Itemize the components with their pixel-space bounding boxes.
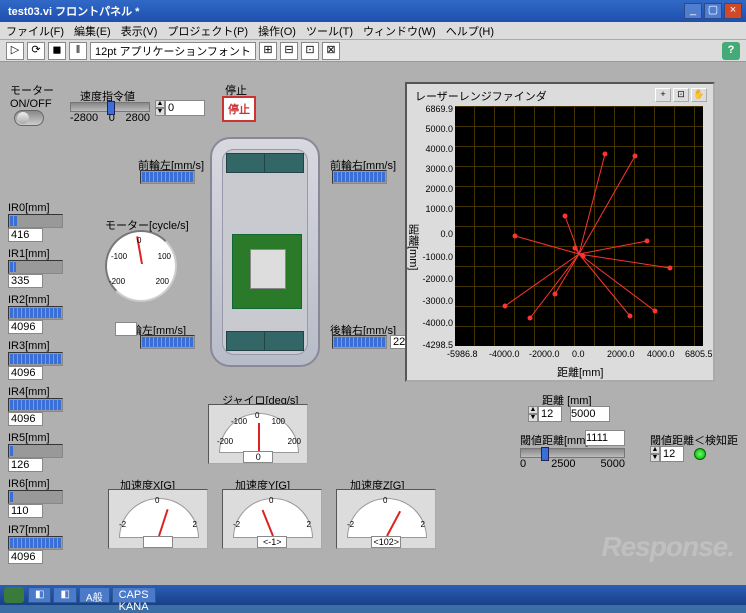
ir-row: IR6[mm]110 xyxy=(8,478,63,518)
front-panel: モーター ON/OFF 速度指令値 -280002800 ▲▼ 停止 停止 IR… xyxy=(0,62,746,585)
taskbar: ◧ ◧ A般 CAPSKANA xyxy=(0,585,746,605)
accely-gauge: <-1> -2 0 2 xyxy=(222,489,322,549)
cond-up[interactable]: ▲ xyxy=(650,446,660,454)
start-button[interactable] xyxy=(4,587,24,603)
ir3-bar xyxy=(8,352,63,366)
thresh-slider[interactable] xyxy=(520,448,625,458)
ir1-bar xyxy=(8,260,63,274)
ir2-value: 4096 xyxy=(8,320,43,334)
robot-diagram xyxy=(210,137,320,367)
speed-slider[interactable] xyxy=(70,102,150,112)
titlebar: test03.vi フロントパネル * _ ▢ × xyxy=(0,0,746,22)
speed-up[interactable]: ▲ xyxy=(155,100,165,108)
ir5-value: 126 xyxy=(8,458,43,472)
window-title: test03.vi フロントパネル * xyxy=(4,3,684,19)
resize-button[interactable]: ⊠ xyxy=(322,42,340,60)
thresh-label: 閾値距離[mm] xyxy=(520,432,588,448)
ir-row: IR3[mm]4096 xyxy=(8,340,63,380)
gyro-gauge: 0 -200 -100 0 100 200 xyxy=(208,404,308,464)
ir-row: IR0[mm]416 xyxy=(8,202,63,242)
graph-xlabel: 距離[mm] xyxy=(557,364,603,380)
ir7-value: 4096 xyxy=(8,550,43,564)
distribute-button[interactable]: ⊟ xyxy=(280,42,298,60)
task-app1[interactable]: ◧ xyxy=(28,587,51,603)
fl-bar xyxy=(140,170,195,184)
maximize-button[interactable]: ▢ xyxy=(704,3,722,19)
rl-bar xyxy=(140,335,195,349)
ir4-bar xyxy=(8,398,63,412)
reorder-button[interactable]: ⊡ xyxy=(301,42,319,60)
ir0-value: 416 xyxy=(8,228,43,242)
run-button[interactable]: ▷ xyxy=(6,42,24,60)
menu-view[interactable]: 表示(V) xyxy=(121,23,158,39)
ir-row: IR7[mm]4096 xyxy=(8,524,63,564)
ir6-value: 110 xyxy=(8,504,43,518)
rr-bar xyxy=(332,335,387,349)
ir7-bar xyxy=(8,536,63,550)
graph-cursor-tool[interactable]: + xyxy=(655,88,671,102)
cond-led xyxy=(694,448,706,460)
graph-plot[interactable] xyxy=(455,106,703,346)
rl-value xyxy=(115,322,137,336)
ir-row: IR5[mm]126 xyxy=(8,432,63,472)
ir3-value: 4096 xyxy=(8,366,43,380)
graph-title: レーザーレンジファインダ xyxy=(415,88,547,104)
accelz-gauge: <102> -2 0 2 xyxy=(336,489,436,549)
graph-ylabel: 距離[mm] xyxy=(405,224,421,270)
font-selector[interactable]: 12pt アプリケーションフォント xyxy=(90,42,256,60)
menu-project[interactable]: プロジェクト(P) xyxy=(167,23,248,39)
menu-edit[interactable]: 編集(E) xyxy=(74,23,111,39)
ir6-bar xyxy=(8,490,63,504)
speed-down[interactable]: ▼ xyxy=(155,108,165,116)
thresh-value[interactable] xyxy=(585,430,625,446)
ime-caps[interactable]: CAPSKANA xyxy=(112,587,156,603)
dist-step[interactable] xyxy=(538,406,562,422)
help-button[interactable]: ? xyxy=(722,42,740,60)
run-cont-button[interactable]: ⟳ xyxy=(27,42,45,60)
cond-down[interactable]: ▼ xyxy=(650,454,660,462)
accelx-gauge: -2 0 2 xyxy=(108,489,208,549)
toolbar: ▷ ⟳ ◼ ‖ 12pt アプリケーションフォント ⊞ ⊟ ⊡ ⊠ ? xyxy=(0,40,746,62)
task-app2[interactable]: ◧ xyxy=(53,587,76,603)
menu-file[interactable]: ファイル(F) xyxy=(6,23,64,39)
ir4-value: 4096 xyxy=(8,412,43,426)
graph-pan-tool[interactable]: ✋ xyxy=(691,88,707,102)
ir1-value: 335 xyxy=(8,274,43,288)
ir2-bar xyxy=(8,306,63,320)
motor-gauge: 0 100 -100 200 -200 xyxy=(105,230,177,302)
ir5-bar xyxy=(8,444,63,458)
menu-operate[interactable]: 操作(O) xyxy=(258,23,296,39)
ir-row: IR1[mm]335 xyxy=(8,248,63,288)
minimize-button[interactable]: _ xyxy=(684,3,702,19)
menu-tools[interactable]: ツール(T) xyxy=(306,23,353,39)
ime-mode[interactable]: A般 xyxy=(79,587,110,603)
watermark: Response. xyxy=(601,531,734,563)
menu-help[interactable]: ヘルプ(H) xyxy=(446,23,494,39)
align-button[interactable]: ⊞ xyxy=(259,42,277,60)
abort-button[interactable]: ◼ xyxy=(48,42,66,60)
ir0-bar xyxy=(8,214,63,228)
menubar: ファイル(F) 編集(E) 表示(V) プロジェクト(P) 操作(O) ツール(… xyxy=(0,22,746,40)
close-button[interactable]: × xyxy=(724,3,742,19)
laser-graph: レーザーレンジファインダ + ⊡ ✋ xyxy=(405,82,715,382)
ir-row: IR2[mm]4096 xyxy=(8,294,63,334)
stop-button[interactable]: 停止 xyxy=(222,96,256,122)
graph-zoom-tool[interactable]: ⊡ xyxy=(673,88,689,102)
menu-window[interactable]: ウィンドウ(W) xyxy=(363,23,436,39)
fr-bar xyxy=(332,170,387,184)
cond-step[interactable] xyxy=(660,446,684,462)
dist-value[interactable] xyxy=(570,406,610,422)
ir-row: IR4[mm]4096 xyxy=(8,386,63,426)
speed-input[interactable] xyxy=(165,100,205,116)
dist-step-up[interactable]: ▲ xyxy=(528,406,538,414)
motor-onoff-label: モーター ON/OFF xyxy=(10,82,54,110)
dist-step-down[interactable]: ▼ xyxy=(528,414,538,422)
pause-button[interactable]: ‖ xyxy=(69,42,87,60)
motor-onoff-switch[interactable] xyxy=(14,110,44,126)
